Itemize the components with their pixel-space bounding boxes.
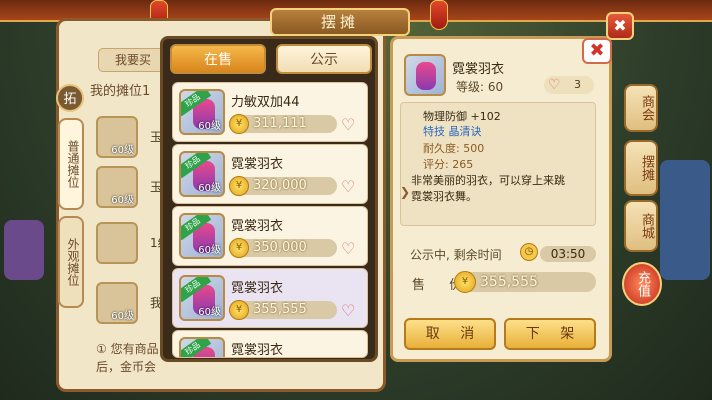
- public-timer-value: 03:50: [540, 246, 596, 262]
- price-bar: ¥355,555: [229, 300, 337, 320]
- background-building: [660, 160, 710, 280]
- tab-on-sale[interactable]: 在售: [170, 44, 266, 74]
- coin-icon: ¥: [454, 271, 476, 293]
- heart-icon: ♡: [548, 77, 561, 93]
- item-name: 霓裳羽衣: [231, 219, 284, 234]
- list-item[interactable]: 珍品 霓裳羽衣: [172, 330, 368, 358]
- coin-icon: ¥: [229, 238, 249, 258]
- lantern-decoration: [430, 0, 448, 30]
- coin-icon: ¥: [229, 300, 249, 320]
- list-item[interactable]: 珍品 60级 霓裳羽衣 ¥320,000 ♡: [172, 144, 368, 204]
- coin-icon: ¥: [229, 176, 249, 196]
- close-detail-button[interactable]: ✖: [582, 38, 612, 64]
- notice-line: 后，金币会: [96, 360, 157, 374]
- stat-line: 评分: 265: [423, 158, 474, 171]
- clock-icon: ◷: [520, 243, 538, 261]
- item-icon: 珍品 60级: [179, 275, 225, 321]
- detail-item-name: 霓裳羽衣: [452, 62, 505, 77]
- tab-appearance-stall[interactable]: 外观摊位: [58, 216, 84, 308]
- item-icon: 珍品 60级: [179, 89, 225, 135]
- description-line: 霓裳羽衣舞。: [411, 190, 477, 203]
- unlist-button[interactable]: 下 架: [504, 318, 596, 350]
- description-line: 非常美丽的羽衣，可以穿上来跳: [411, 174, 565, 187]
- item-icon: 珍品 60级: [179, 151, 225, 197]
- item-icon: 珍品: [179, 337, 225, 357]
- price-bar: ¥320,000: [229, 176, 337, 196]
- stat-line: 耐久度: 500: [423, 142, 485, 155]
- likes-counter[interactable]: ♡ 3: [544, 76, 594, 94]
- price-bar: ¥350,000: [229, 238, 337, 258]
- menu-chamber-of-commerce[interactable]: 商会: [624, 84, 658, 132]
- price-bar: ¥311,111: [229, 114, 337, 134]
- heart-icon[interactable]: ♡: [341, 241, 361, 257]
- stall-notice: ① 您有商品 后，金币会: [96, 340, 159, 376]
- stall-slot[interactable]: [96, 222, 138, 264]
- sell-price-value: 355,555: [480, 274, 538, 290]
- item-name: 霓裳羽衣: [231, 157, 284, 172]
- heart-icon[interactable]: ♡: [341, 179, 361, 195]
- tab-normal-stall[interactable]: 普通摊位: [58, 118, 84, 210]
- item-name: 力敏双加44: [231, 95, 300, 110]
- stat-line: 物理防御 +102: [423, 110, 501, 123]
- item-level: 60级: [198, 121, 221, 132]
- detail-item-level: 等级: 60: [456, 80, 504, 94]
- tab-buy[interactable]: 我要买: [98, 48, 168, 72]
- item-icon: 珍品 60级: [179, 213, 225, 259]
- list-item[interactable]: 珍品 60级 霓裳羽衣 ¥350,000 ♡: [172, 206, 368, 266]
- stat-line: 特技 晶清诀: [423, 125, 482, 138]
- expand-stall-icon[interactable]: 拓: [56, 84, 84, 112]
- sell-price-bar: ¥ 355,555: [454, 271, 596, 293]
- item-level: 60级: [198, 183, 221, 194]
- stall-slot[interactable]: 60级: [96, 282, 138, 324]
- heart-icon[interactable]: ♡: [341, 303, 361, 319]
- stall-slot[interactable]: 60级: [96, 116, 138, 158]
- recharge-button[interactable]: 充值: [622, 262, 662, 306]
- item-price: 311,111: [253, 116, 307, 131]
- likes-count: 3: [574, 78, 581, 91]
- stall-window-title: 摆摊: [270, 8, 410, 36]
- arrow-icon: ❯: [400, 185, 411, 199]
- heart-icon[interactable]: ♡: [341, 117, 361, 133]
- slot-level: 60级: [111, 195, 134, 206]
- item-price: 350,000: [253, 240, 307, 255]
- background-character: [4, 220, 44, 280]
- tab-public[interactable]: 公示: [276, 44, 372, 74]
- stall-slot[interactable]: 60级: [96, 166, 138, 208]
- item-stats-box: 物理防御 +102 特技 晶清诀 耐久度: 500 评分: 265 非常美丽的羽…: [400, 102, 596, 226]
- public-timer-label: 公示中, 剩余时间: [410, 248, 502, 262]
- slot-level: 60级: [111, 311, 134, 322]
- menu-shop[interactable]: 商城: [624, 200, 658, 252]
- item-name: 霓裳羽衣: [231, 281, 284, 296]
- cancel-button[interactable]: 取 消: [404, 318, 496, 350]
- detail-item-icon: [404, 54, 446, 96]
- item-name: 霓裳羽衣: [231, 343, 284, 358]
- notice-line: ① 您有商品: [96, 342, 159, 356]
- item-level: 60级: [198, 245, 221, 256]
- list-item-selected[interactable]: 珍品 60级 霓裳羽衣 ¥355,555 ♡: [172, 268, 368, 328]
- coin-icon: ¥: [229, 114, 249, 134]
- item-price: 355,555: [253, 302, 307, 317]
- slot-level: 60级: [111, 145, 134, 156]
- close-window-button[interactable]: ✖: [606, 12, 634, 40]
- item-level: 60级: [198, 307, 221, 318]
- my-stall-label: 我的摊位1: [90, 84, 151, 99]
- menu-stall[interactable]: 摆摊: [624, 140, 658, 196]
- list-item[interactable]: 珍品 60级 力敏双加44 ¥311,111 ♡: [172, 82, 368, 142]
- item-price: 320,000: [253, 178, 307, 193]
